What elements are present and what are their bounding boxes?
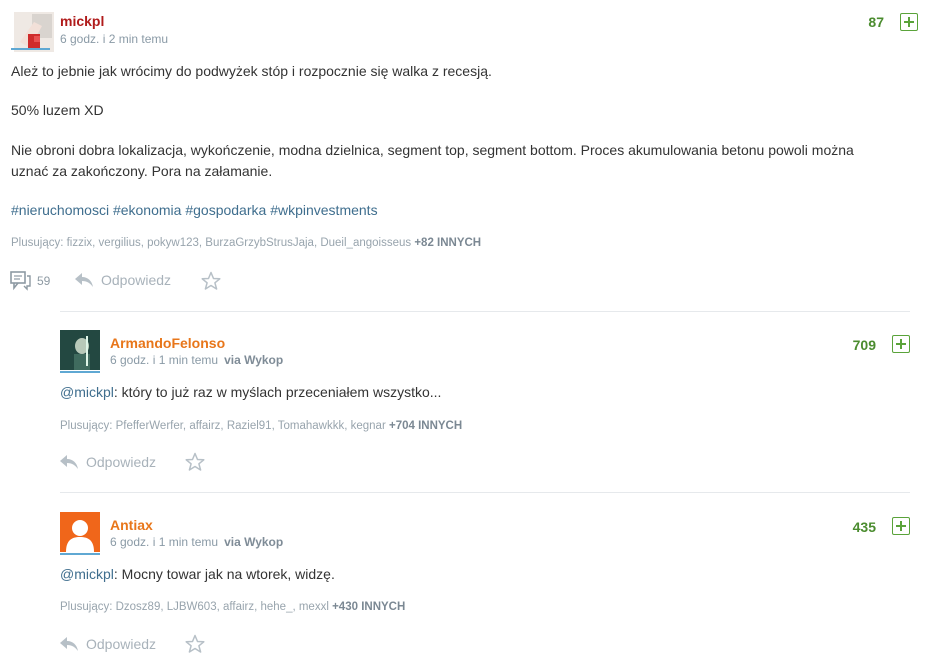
- tags-line: #nieruchomosci #ekonomia #gospodarka #wk…: [11, 200, 378, 221]
- favorite-button[interactable]: [185, 452, 205, 472]
- tag-link[interactable]: #ekonomia: [113, 202, 182, 218]
- reply-body: : który to już raz w myślach przeceniałe…: [113, 384, 442, 400]
- post-timestamp[interactable]: 6 godz. i 2 min temu: [60, 32, 168, 46]
- voters-list: Plusujący: PfefferWerfer, affairz, Razie…: [60, 420, 462, 432]
- author-name[interactable]: mickpl: [60, 13, 104, 29]
- reply-button[interactable]: Odpowiedz: [59, 636, 156, 652]
- comments-button[interactable]: 59: [10, 271, 50, 291]
- comment-count: 59: [37, 274, 51, 288]
- via-app[interactable]: via Wykop: [224, 535, 283, 549]
- post-line: Nie obroni dobra lokalizacja, wykończeni…: [11, 142, 854, 158]
- reply-label: Odpowiedz: [101, 272, 172, 288]
- time-text[interactable]: 6 godz. i 1 min temu: [110, 353, 218, 367]
- reply-text: @mickpl: który to już raz w myślach prze…: [60, 382, 441, 403]
- voters-more[interactable]: +430 INNYCH: [332, 601, 405, 613]
- vote-count: 87: [868, 14, 884, 30]
- reply-label: Odpowiedz: [86, 454, 157, 470]
- reply-button[interactable]: Odpowiedz: [59, 454, 156, 470]
- reply-icon: [59, 454, 79, 470]
- voters-more[interactable]: +704 INNYCH: [389, 420, 462, 432]
- reply-icon: [59, 636, 79, 652]
- voters-list: Plusujący: fizzix, vergilius, pokyw123, …: [11, 237, 481, 249]
- post-timestamp: 6 godz. i 1 min temu via Wykop: [110, 535, 283, 549]
- author-name[interactable]: ArmandoFelonso: [110, 335, 225, 351]
- avatar[interactable]: [60, 512, 100, 552]
- time-text: 6 godz. i 2 min temu: [60, 32, 169, 46]
- reply-button[interactable]: Odpowiedz: [74, 272, 171, 288]
- avatar[interactable]: [60, 330, 100, 370]
- mention-link[interactable]: @mickpl: [60, 566, 114, 582]
- voters-names[interactable]: Plusujący: Dzosz89, LJBW603, affairz, he…: [60, 601, 329, 613]
- voters-list: Plusujący: Dzosz89, LJBW603, affairz, he…: [60, 601, 405, 613]
- separator: [60, 492, 910, 493]
- reply-body: : Mocny towar jak na wtorek, widzę.: [113, 566, 335, 582]
- favorite-button[interactable]: [185, 634, 205, 654]
- favorite-button[interactable]: [201, 271, 221, 291]
- avatar-underline: [60, 553, 100, 555]
- avatar-underline: [60, 371, 100, 373]
- tag-link[interactable]: #gospodarka: [185, 202, 266, 218]
- vote-count: 709: [852, 337, 876, 353]
- tag-link[interactable]: #nieruchomosci: [11, 202, 109, 218]
- voters-names[interactable]: Plusujący: PfefferWerfer, affairz, Razie…: [60, 420, 386, 432]
- comments-icon: [10, 271, 32, 291]
- post-line: uznać za zakończony. Pora na załamanie.: [11, 163, 273, 179]
- avatar[interactable]: [14, 12, 54, 52]
- star-icon: [201, 271, 221, 291]
- reply-text: @mickpl: Mocny towar jak na wtorek, widz…: [60, 564, 335, 585]
- mention-link[interactable]: @mickpl: [60, 384, 114, 400]
- avatar-underline: [11, 48, 50, 50]
- plus-button[interactable]: [892, 517, 910, 535]
- reply-icon: [74, 272, 94, 288]
- post-timestamp: 6 godz. i 1 min temu via Wykop: [110, 353, 283, 367]
- post-line: Ależ to jebnie jak wrócimy do podwyżek s…: [11, 63, 492, 79]
- plus-button[interactable]: [892, 335, 910, 353]
- voters-names[interactable]: Plusujący: fizzix, vergilius, pokyw123, …: [11, 237, 411, 249]
- author-name[interactable]: Antiax: [110, 517, 153, 533]
- via-app[interactable]: via Wykop: [224, 353, 283, 367]
- plus-button[interactable]: [900, 13, 918, 31]
- tag-link[interactable]: #wkpinvestments: [270, 202, 377, 218]
- star-icon: [185, 634, 205, 654]
- reply-label: Odpowiedz: [86, 636, 157, 652]
- time-text[interactable]: 6 godz. i 1 min temu: [110, 535, 218, 549]
- vote-count: 435: [852, 519, 876, 535]
- separator: [60, 311, 910, 312]
- voters-more[interactable]: +82 INNYCH: [414, 237, 481, 249]
- post-line: 50% luzem XD: [11, 102, 104, 118]
- star-icon: [185, 452, 205, 472]
